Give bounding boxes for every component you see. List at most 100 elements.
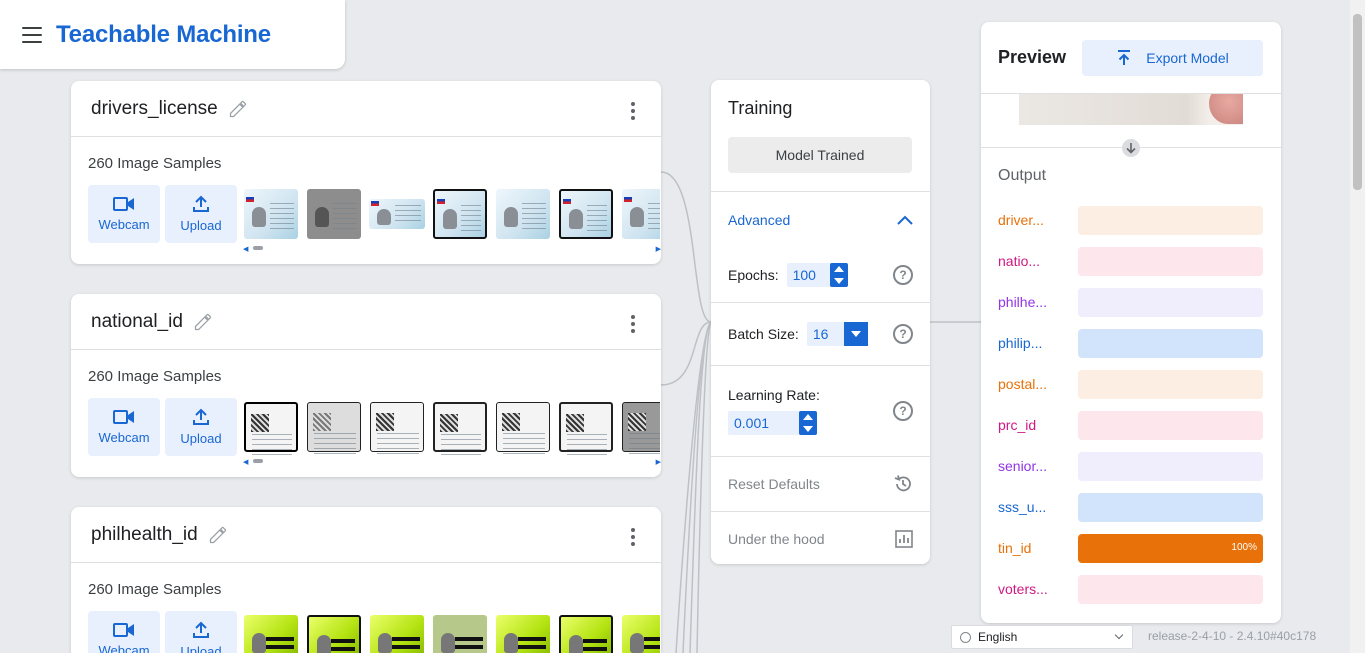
class-name[interactable]: philhealth_id [91, 524, 198, 546]
edit-pencil-icon[interactable] [208, 525, 228, 545]
sample-thumbnail[interactable] [242, 398, 300, 456]
class-card-philhealth-id: philhealth_id 260 Image Samples Webcam U… [71, 507, 661, 653]
release-version: release-2-4-10 - 2.4.10#40c178 [1148, 629, 1317, 643]
confidence-bar [1078, 411, 1263, 440]
sample-thumbnail[interactable] [431, 185, 489, 243]
sample-thumbnail[interactable] [242, 185, 300, 243]
edit-pencil-icon[interactable] [193, 312, 213, 332]
output-label: voters... [998, 581, 1048, 597]
output-label: philhe... [998, 294, 1048, 310]
more-options-icon[interactable] [631, 528, 635, 546]
class-card-national-id: national_id 260 Image Samples Webcam Upl… [71, 294, 661, 477]
hamburger-menu-icon[interactable] [22, 26, 42, 43]
output-label: philip... [998, 335, 1043, 351]
sample-count: 260 Image Samples [88, 368, 222, 385]
sample-thumbnail[interactable] [305, 611, 363, 653]
upload-button[interactable]: Upload [165, 185, 237, 243]
page-scrollbar[interactable] [1350, 0, 1365, 653]
upload-icon [193, 621, 209, 638]
sample-thumbnail[interactable] [494, 398, 552, 456]
webcam-icon [113, 623, 134, 637]
sample-thumbnail[interactable] [494, 185, 552, 243]
stepper-arrows-icon[interactable] [799, 411, 818, 435]
learning-rate-value[interactable]: 0.001 [728, 415, 799, 431]
sample-thumbnail[interactable] [431, 611, 489, 653]
sample-thumbnail[interactable] [557, 185, 615, 243]
batch-size-label: Batch Size: [728, 326, 799, 342]
more-options-icon[interactable] [631, 102, 635, 120]
more-options-icon[interactable] [631, 315, 635, 333]
confidence-bar [1078, 493, 1263, 522]
sample-thumbnail[interactable] [620, 185, 660, 243]
upload-icon [193, 195, 209, 212]
webcam-button[interactable]: Webcam [88, 185, 160, 243]
sample-thumbnail[interactable] [242, 611, 300, 653]
help-icon[interactable]: ? [893, 401, 913, 421]
learning-rate-stepper[interactable]: 0.001 [728, 411, 818, 435]
sample-thumbnail[interactable] [305, 398, 363, 456]
under-the-hood-button[interactable]: Under the hood [711, 511, 930, 564]
sample-thumbnail[interactable] [368, 185, 426, 243]
output-title: Output [998, 167, 1047, 184]
output-row: sss_u... [998, 493, 1263, 534]
webcam-icon [113, 197, 134, 211]
sample-thumbnail[interactable] [620, 611, 660, 653]
dropdown-arrow-icon[interactable] [844, 322, 869, 346]
globe-icon [960, 631, 971, 643]
sample-thumbnail[interactable] [368, 398, 426, 456]
output-label: postal... [998, 376, 1048, 392]
batch-size-value[interactable]: 16 [807, 326, 845, 342]
sample-thumbnail[interactable] [305, 185, 363, 243]
sample-thumbnail[interactable] [557, 398, 615, 456]
help-icon[interactable]: ? [893, 324, 913, 344]
history-icon [894, 475, 911, 492]
epochs-value[interactable]: 100 [787, 267, 830, 283]
language-value: English [978, 630, 1018, 644]
webcam-button[interactable]: Webcam [88, 398, 160, 456]
sample-count: 260 Image Samples [88, 581, 222, 598]
reset-defaults-button[interactable]: Reset Defaults [711, 456, 930, 511]
sample-thumbnail[interactable] [620, 398, 660, 456]
chevron-up-icon [897, 215, 913, 225]
confidence-bar [1078, 370, 1263, 399]
preview-image [1019, 94, 1243, 125]
upload-icon [1118, 49, 1131, 65]
confidence-percent: 100% [1231, 542, 1257, 553]
thumbnail-scrollbar[interactable]: ◀ ▶ [243, 456, 661, 466]
preview-title: Preview [998, 47, 1067, 67]
webcam-button[interactable]: Webcam [88, 611, 160, 653]
app-title[interactable]: Teachable Machine [56, 21, 271, 49]
output-label: prc_id [998, 417, 1037, 433]
upload-button[interactable]: Upload [165, 611, 237, 653]
train-model-button[interactable]: Model Trained [728, 137, 912, 173]
class-card-drivers-license: drivers_license 260 Image Samples Webcam… [71, 81, 661, 264]
sample-thumbnail[interactable] [494, 611, 552, 653]
bar-chart-icon [895, 530, 913, 548]
upload-icon [193, 408, 209, 425]
epochs-stepper[interactable]: 100 [786, 263, 848, 287]
sample-thumbnail[interactable] [431, 398, 489, 456]
output-row: driver... [998, 206, 1263, 247]
class-name[interactable]: national_id [91, 311, 183, 333]
language-select[interactable]: English [951, 625, 1133, 649]
sample-thumbnails [242, 398, 660, 456]
advanced-toggle[interactable]: Advanced [711, 192, 930, 248]
stepper-arrows-icon[interactable] [829, 263, 848, 287]
output-row: senior... [998, 452, 1263, 493]
export-model-button[interactable]: Export Model [1082, 39, 1263, 76]
edit-pencil-icon[interactable] [228, 99, 248, 119]
upload-button[interactable]: Upload [165, 398, 237, 456]
sample-thumbnail[interactable] [368, 611, 426, 653]
help-icon[interactable]: ? [893, 265, 913, 285]
output-row: prc_id [998, 411, 1263, 452]
confidence-bar: 100% [1078, 534, 1263, 563]
thumbnail-scrollbar[interactable]: ◀ ▶ [243, 243, 661, 253]
confidence-bar [1078, 247, 1263, 276]
sample-thumbnail[interactable] [557, 611, 615, 653]
output-label: natio... [998, 253, 1041, 269]
batch-size-select[interactable]: 16 [806, 322, 869, 346]
preview-panel: Preview Export Model Output driver... nat… [981, 22, 1281, 623]
app-header: Teachable Machine [0, 0, 345, 69]
class-name[interactable]: drivers_license [91, 98, 218, 120]
output-label: driver... [998, 212, 1044, 228]
